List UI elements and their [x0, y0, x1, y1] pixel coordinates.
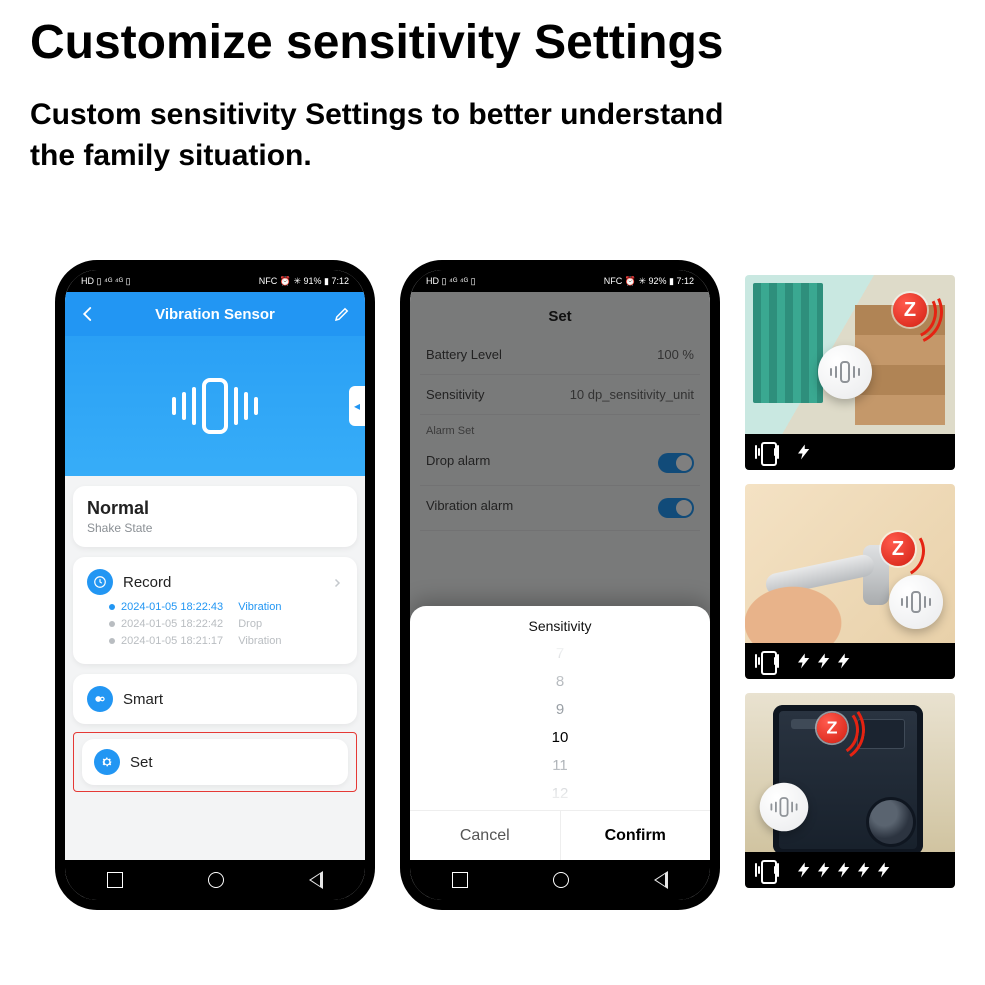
smart-card[interactable]: Smart: [73, 674, 357, 724]
record-item: 2024-01-05 18:22:42 Drop: [109, 618, 343, 630]
picker-option[interactable]: 12: [410, 780, 710, 808]
back-icon[interactable]: [79, 305, 97, 323]
scene-tile-door: Z: [745, 484, 955, 679]
clock-icon: [87, 569, 113, 595]
scene-tile-safe: Z: [745, 693, 955, 888]
home-button[interactable]: [553, 872, 569, 888]
sensor-device-icon: [818, 345, 872, 399]
picker-option[interactable]: 9: [410, 696, 710, 724]
sensitivity-level-icon: [795, 440, 813, 464]
lightning-icon: [855, 858, 873, 882]
state-label: Shake State: [87, 521, 343, 535]
scene-tiles: Z Z Z: [745, 275, 955, 888]
lightning-icon: [795, 649, 813, 673]
set-highlight-box: Set: [73, 732, 357, 792]
state-value: Normal: [87, 498, 343, 519]
tile-footer: [745, 643, 955, 679]
lightning-icon: [795, 858, 813, 882]
smart-label: Smart: [123, 691, 343, 708]
tile-footer: [745, 852, 955, 888]
lightning-icon: [875, 858, 893, 882]
lightning-icon: [795, 440, 813, 464]
cancel-button[interactable]: Cancel: [410, 811, 561, 860]
page-subtitle: Custom sensitivity Settings to better un…: [30, 95, 723, 176]
zigbee-icon: Z: [881, 532, 915, 566]
recents-button[interactable]: [452, 872, 468, 888]
gear-icon: [94, 749, 120, 775]
home-button[interactable]: [208, 872, 224, 888]
phone-main-screen: HD ▯ ⁴ᴳ ⁴ᴳ ▯ NFC ⏰ ✳ 91% ▮ 7:12 Vibratio…: [55, 260, 375, 910]
header-title: Vibration Sensor: [155, 306, 275, 323]
zigbee-icon: Z: [817, 713, 848, 744]
drawer-handle-icon[interactable]: ◂: [349, 386, 365, 426]
lightning-icon: [815, 858, 833, 882]
record-list: 2024-01-05 18:22:43 Vibration 2024-01-05…: [87, 601, 343, 647]
confirm-button[interactable]: Confirm: [561, 811, 711, 860]
page-title: Customize sensitivity Settings: [30, 15, 724, 70]
sensor-device-icon: [760, 783, 809, 832]
lightning-icon: [835, 649, 853, 673]
device-hero: ◂: [65, 336, 365, 476]
picker-option[interactable]: 13: [410, 808, 710, 810]
sheet-title: Sensitivity: [410, 618, 710, 640]
vibration-sensor-icon: [172, 378, 258, 434]
record-card[interactable]: Record 2024-01-05 18:22:43 Vibration 202…: [73, 557, 357, 664]
back-button[interactable]: [309, 871, 323, 889]
picker-option[interactable]: 7: [410, 640, 710, 668]
sensitivity-picker[interactable]: 7 8 9 10 11 12 13: [410, 640, 710, 810]
set-card[interactable]: Set: [82, 739, 348, 785]
vibration-icon: [755, 651, 779, 671]
scene-tile-room: Z: [745, 275, 955, 470]
app-header: Vibration Sensor: [65, 292, 365, 336]
phone-settings-screen: HD ▯ ⁴ᴳ ⁴ᴳ ▯ NFC ⏰ ✳ 92% ▮ 7:12 Set Batt…: [400, 260, 720, 910]
state-card: Normal Shake State: [73, 486, 357, 547]
record-item: 2024-01-05 18:21:17 Vibration: [109, 635, 343, 647]
back-button[interactable]: [654, 871, 668, 889]
sensitivity-picker-sheet: Sensitivity 7 8 9 10 11 12 13 Cancel Con…: [410, 606, 710, 860]
vibration-icon: [755, 860, 779, 880]
android-navbar: [65, 860, 365, 900]
set-label: Set: [130, 754, 336, 771]
sensitivity-level-icon: [795, 858, 893, 882]
sensitivity-level-icon: [795, 649, 853, 673]
lightning-icon: [815, 649, 833, 673]
edit-icon[interactable]: [333, 305, 351, 323]
record-item: 2024-01-05 18:22:43 Vibration: [109, 601, 343, 613]
picker-option[interactable]: 11: [410, 752, 710, 780]
record-label: Record: [123, 574, 321, 591]
picker-option-selected[interactable]: 10: [410, 724, 710, 752]
tile-footer: [745, 434, 955, 470]
zigbee-icon: Z: [893, 293, 927, 327]
status-bar: HD ▯ ⁴ᴳ ⁴ᴳ ▯ NFC ⏰ ✳ 92% ▮ 7:12: [410, 270, 710, 292]
status-bar: HD ▯ ⁴ᴳ ⁴ᴳ ▯ NFC ⏰ ✳ 91% ▮ 7:12: [65, 270, 365, 292]
vibration-icon: [755, 442, 779, 462]
picker-option[interactable]: 8: [410, 668, 710, 696]
android-navbar: [410, 860, 710, 900]
chevron-right-icon: [331, 576, 343, 588]
recents-button[interactable]: [107, 872, 123, 888]
sensor-device-icon: [889, 575, 943, 629]
smart-icon: [87, 686, 113, 712]
lightning-icon: [835, 858, 853, 882]
